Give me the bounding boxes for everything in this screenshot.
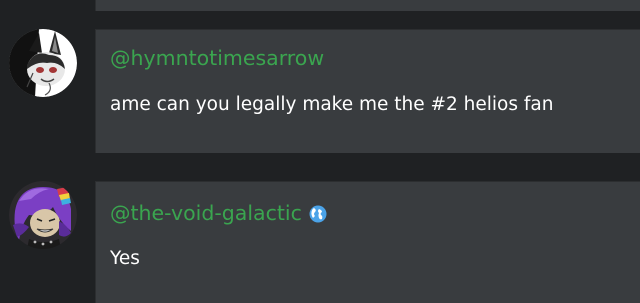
post-thread: @hymntotimesarrow ame can you legally ma… [0,0,640,303]
avatar[interactable] [9,29,77,97]
message-text: ame can you legally make me the #2 helio… [110,94,554,115]
username-link[interactable]: @the-void-galactic [110,203,327,224]
username-text: @the-void-galactic [110,201,302,225]
post-card: @hymntotimesarrow ame can you legally ma… [95,29,640,153]
wolf-avatar-icon [9,29,77,97]
purple-hair-character-avatar-icon [9,181,77,249]
globe-icon [309,205,327,223]
previous-post-card [95,0,640,11]
avatar[interactable] [9,181,77,249]
message-text: Yes [110,248,140,269]
post-card: @the-void-galactic Yes [95,181,640,303]
username-link[interactable]: @hymntotimesarrow [110,48,324,69]
